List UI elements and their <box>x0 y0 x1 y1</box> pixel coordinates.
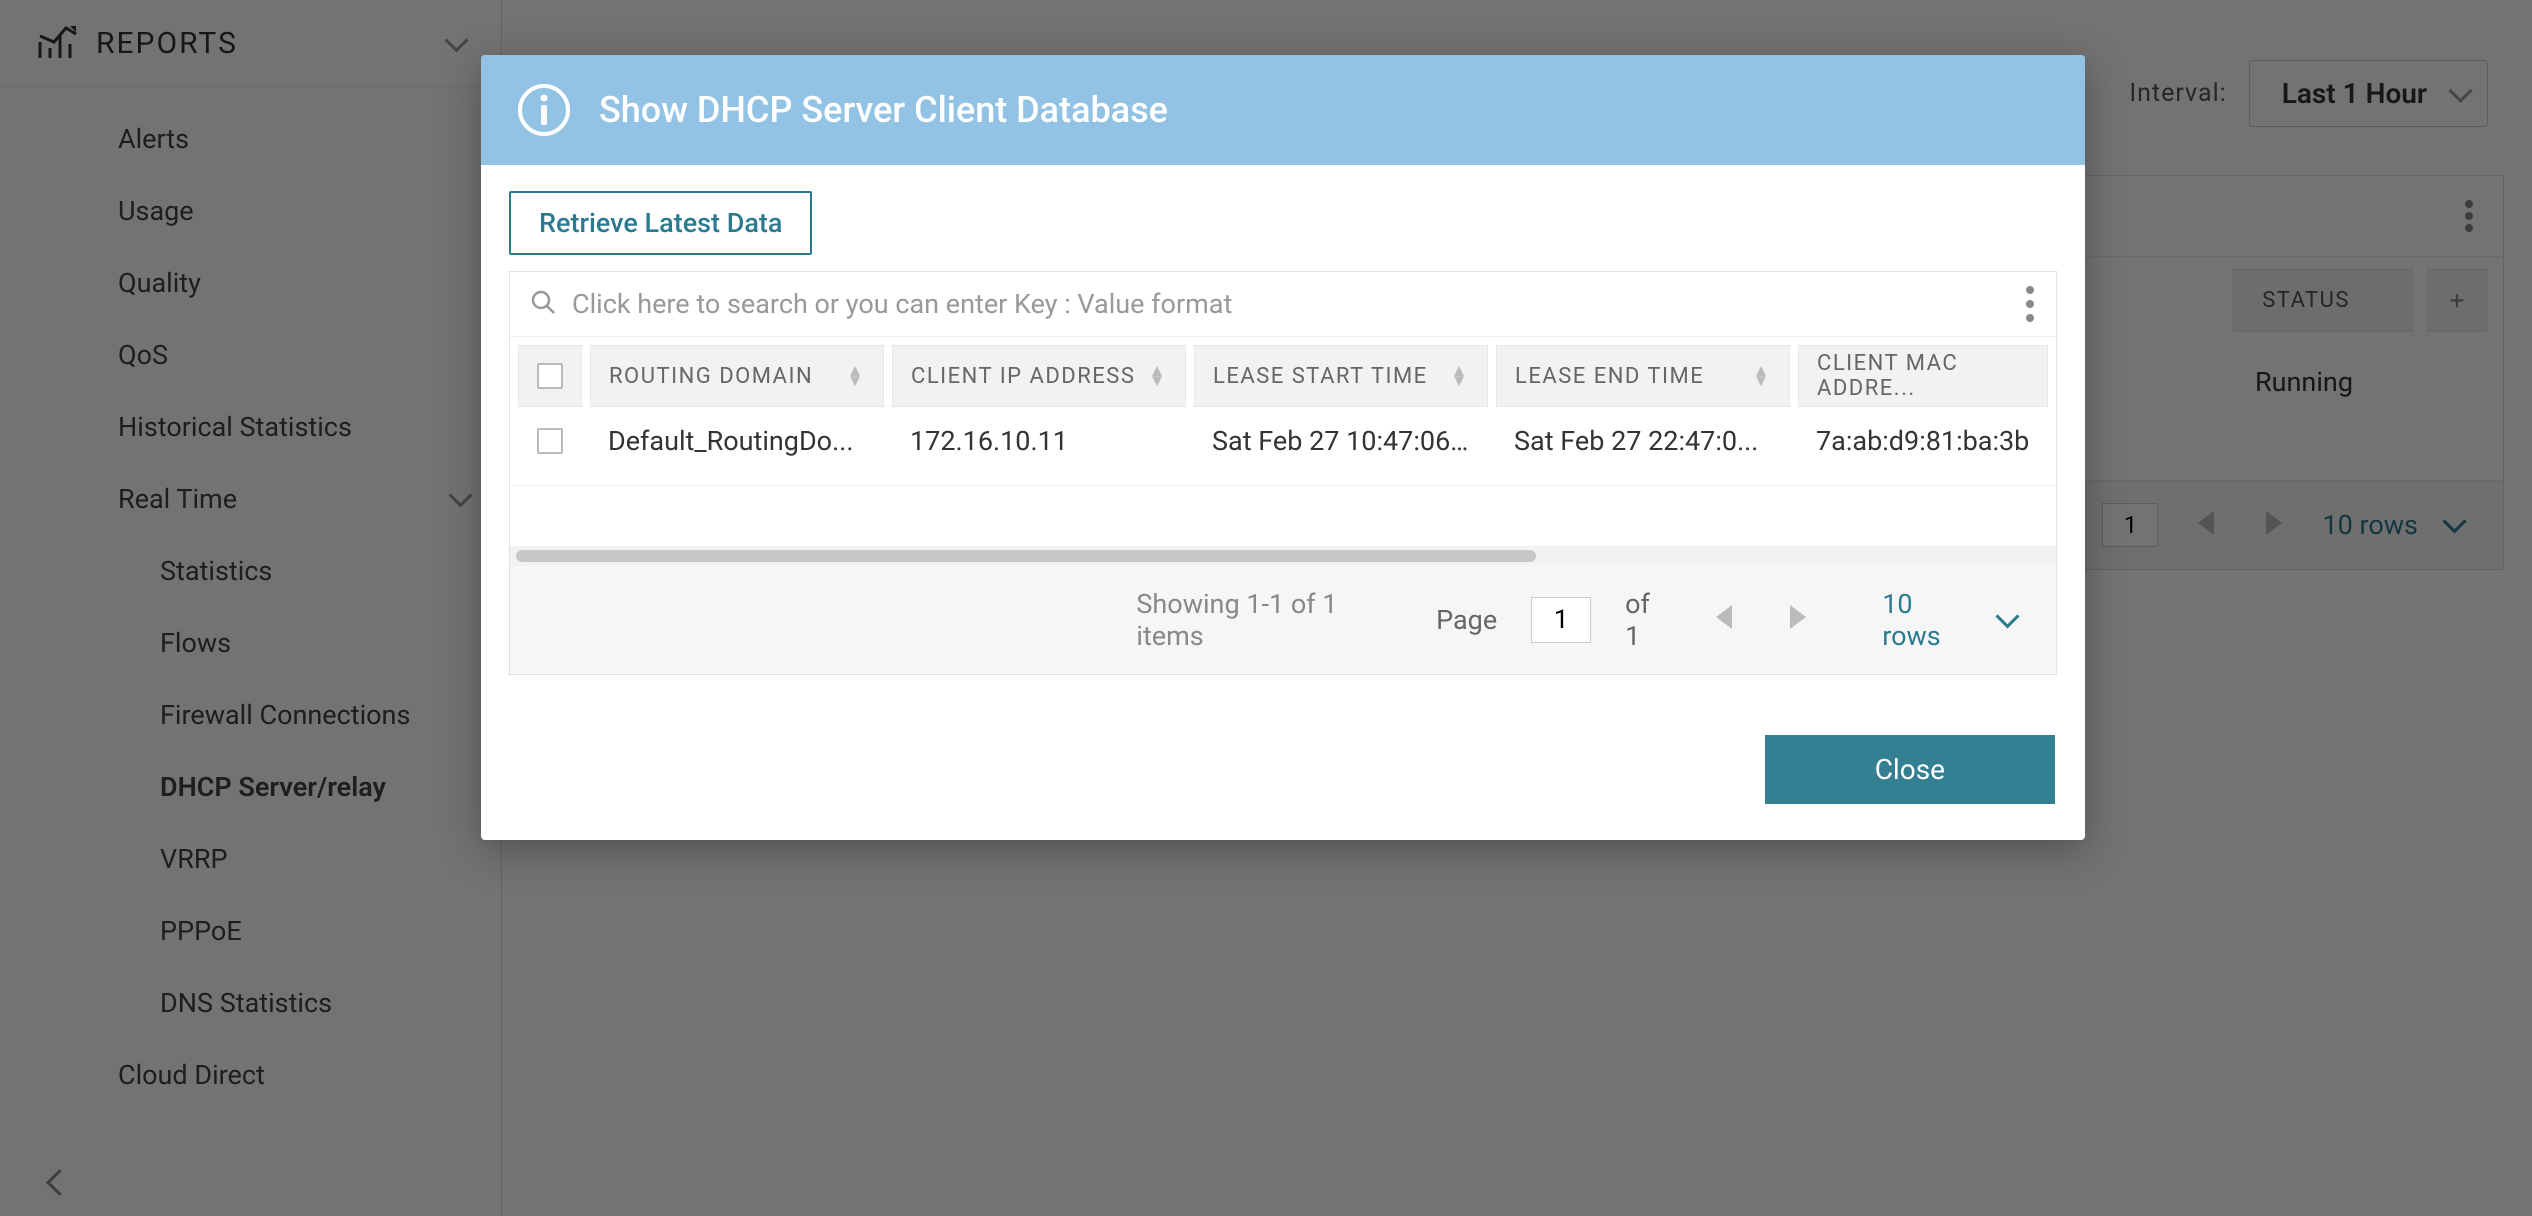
sort-icon: ▲▼ <box>847 366 865 386</box>
table-row: Default_RoutingDo... 172.16.10.11 Sat Fe… <box>510 415 2056 486</box>
modal-body: Retrieve Latest Data ROUTING DOMAIN ▲▼ C… <box>481 165 2085 715</box>
modal-header: Show DHCP Server Client Database <box>481 55 2085 165</box>
pager-rows-select[interactable]: 10 rows <box>1882 588 2016 652</box>
th-label: CLIENT IP ADDRESS <box>911 364 1135 389</box>
th-select-all[interactable] <box>518 345 582 407</box>
modal-footer: Close <box>481 715 2085 840</box>
td-lease-end: Sat Feb 27 22:47:0... <box>1496 425 1790 457</box>
th-label: ROUTING DOMAIN <box>609 364 813 389</box>
td-client-mac: 7a:ab:d9:81:ba:3b <box>1798 425 2048 457</box>
table-header-row: ROUTING DOMAIN ▲▼ CLIENT IP ADDRESS ▲▼ L… <box>510 337 2056 415</box>
pager-page-input[interactable] <box>1531 597 1591 643</box>
th-client-ip[interactable]: CLIENT IP ADDRESS ▲▼ <box>892 345 1186 407</box>
search-icon <box>530 289 556 319</box>
td-client-ip: 172.16.10.11 <box>892 425 1186 457</box>
chevron-down-icon <box>1999 604 2016 636</box>
th-label: CLIENT MAC ADDRE... <box>1817 351 2029 401</box>
sort-icon: ▲▼ <box>1149 366 1167 386</box>
pager-next-icon[interactable] <box>1778 604 1818 636</box>
pager-prev-icon[interactable] <box>1704 604 1744 636</box>
modal-title: Show DHCP Server Client Database <box>599 89 1168 131</box>
th-label: LEASE END TIME <box>1515 364 1704 389</box>
pager-of-n: of 1 <box>1625 588 1670 652</box>
search-row <box>510 272 2056 337</box>
dhcp-database-modal: Show DHCP Server Client Database Retriev… <box>481 55 2085 840</box>
checkbox-icon[interactable] <box>537 363 563 389</box>
horizontal-scrollbar[interactable] <box>510 546 2056 566</box>
th-label: LEASE START TIME <box>1213 364 1428 389</box>
td-lease-start: Sat Feb 27 10:47:06... <box>1194 425 1488 457</box>
pager-rows-label: 10 rows <box>1882 588 1973 652</box>
table-pager: Showing 1-1 of 1 items Page of 1 10 rows <box>510 566 2056 674</box>
info-icon <box>517 83 571 137</box>
pager-showing: Showing 1-1 of 1 items <box>1136 588 1402 652</box>
modal-table: ROUTING DOMAIN ▲▼ CLIENT IP ADDRESS ▲▼ L… <box>509 271 2057 675</box>
sort-icon: ▲▼ <box>1753 366 1771 386</box>
td-select[interactable] <box>518 428 582 454</box>
kebab-icon[interactable] <box>2026 286 2036 322</box>
table-spacer <box>510 486 2056 546</box>
pager-page-label: Page <box>1436 604 1497 636</box>
th-routing-domain[interactable]: ROUTING DOMAIN ▲▼ <box>590 345 884 407</box>
scrollbar-thumb[interactable] <box>516 550 1536 562</box>
search-input[interactable] <box>572 288 2010 320</box>
checkbox-icon[interactable] <box>537 428 563 454</box>
td-routing-domain: Default_RoutingDo... <box>590 425 884 457</box>
close-button[interactable]: Close <box>1765 735 2055 804</box>
th-lease-start[interactable]: LEASE START TIME ▲▼ <box>1194 345 1488 407</box>
sort-icon: ▲▼ <box>1451 366 1469 386</box>
th-lease-end[interactable]: LEASE END TIME ▲▼ <box>1496 345 1790 407</box>
retrieve-latest-data-button[interactable]: Retrieve Latest Data <box>509 191 812 255</box>
th-client-mac[interactable]: CLIENT MAC ADDRE... <box>1798 345 2048 407</box>
